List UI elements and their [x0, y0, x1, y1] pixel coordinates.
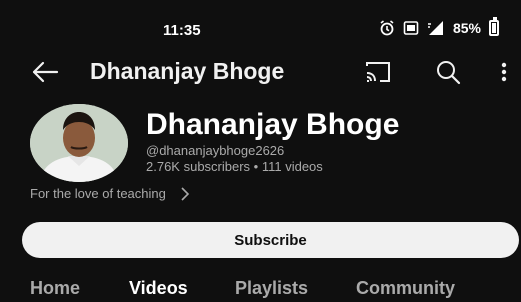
chevron-right-icon	[181, 186, 189, 201]
more-vert-icon	[501, 62, 507, 82]
tab-videos[interactable]: Videos	[129, 278, 188, 299]
tab-home[interactable]: Home	[30, 278, 80, 299]
battery-percent: 85%	[452, 20, 481, 36]
channel-tabs: Home Videos Playlists Community	[0, 272, 521, 302]
channel-stats: 2.76K subscribers • 111 videos	[146, 159, 323, 174]
channel-description-link[interactable]: For the love of teaching	[30, 186, 190, 201]
alarm-icon	[379, 20, 395, 36]
channel-avatar[interactable]	[30, 104, 128, 182]
channel-handle: @dhananjaybhoge2626	[146, 143, 285, 158]
status-bar: 11:35 85%	[0, 0, 521, 48]
back-arrow-icon	[32, 61, 59, 83]
sim-icon	[403, 20, 419, 36]
app-bar: Dhananjay Bhoge	[0, 48, 521, 96]
status-time: 11:35	[163, 22, 201, 39]
subscribe-button[interactable]: Subscribe	[22, 222, 519, 258]
status-icons: 85%	[379, 17, 499, 36]
search-button[interactable]	[434, 58, 462, 86]
back-button[interactable]	[30, 58, 60, 86]
signal-icon	[427, 20, 445, 36]
tab-community[interactable]: Community	[356, 278, 455, 299]
search-icon	[437, 61, 461, 85]
tab-playlists[interactable]: Playlists	[235, 278, 308, 299]
cast-icon	[366, 62, 390, 82]
battery-icon	[489, 17, 499, 36]
channel-name: Dhananjay Bhoge	[146, 108, 400, 141]
app-bar-title: Dhananjay Bhoge	[90, 58, 285, 84]
more-options-button[interactable]	[496, 58, 512, 86]
cast-button[interactable]	[364, 59, 392, 85]
channel-description: For the love of teaching	[30, 186, 166, 201]
avatar-photo	[30, 104, 128, 182]
